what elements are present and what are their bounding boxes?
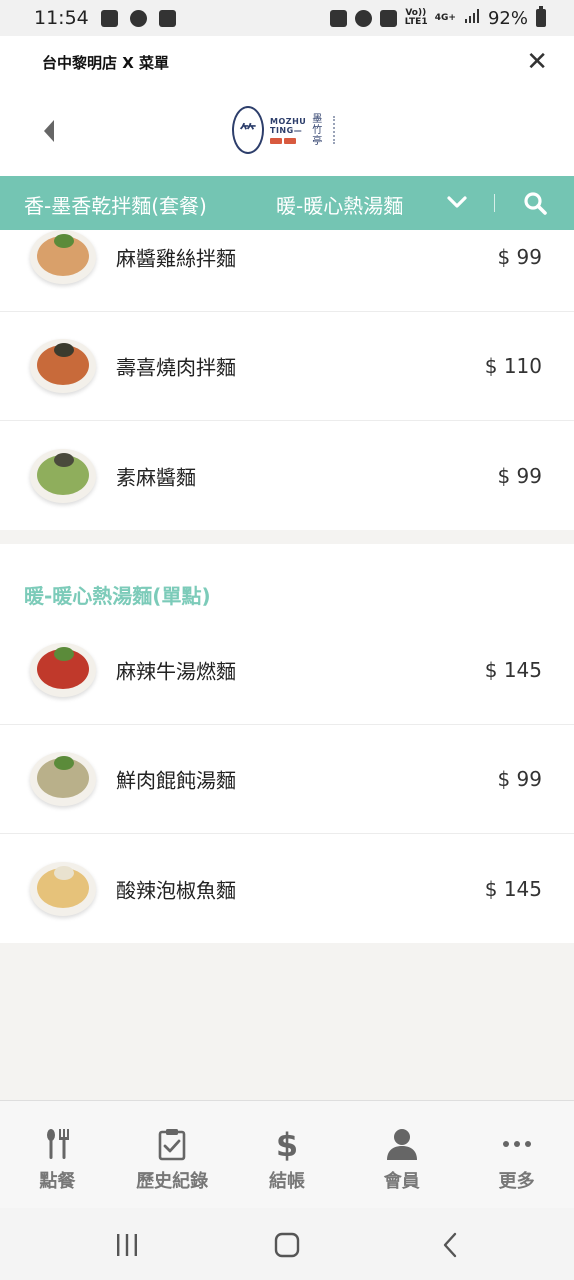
- nav-more-label: 更多: [498, 1171, 535, 1192]
- dish-name: 壽喜燒肉拌麵: [116, 355, 236, 380]
- mute-icon: [379, 9, 397, 27]
- brand-bar: ⺮ MOZHU TING— 墨竹亭: [0, 88, 574, 176]
- volte-indicator: Vo)) LTE1: [404, 8, 428, 27]
- system-nav-bar: [0, 1208, 574, 1280]
- battery-level: 92%: [487, 7, 528, 29]
- section-gap: [0, 530, 574, 544]
- dish-name: 麻醬雞絲拌麵: [116, 246, 236, 271]
- dish-thumbnail: [30, 230, 96, 284]
- menu-list: 麻醬雞絲拌麵 $ 99 壽喜燒肉拌麵 $ 110 素麻醬麵 $ 99 暖-暖心熱…: [0, 230, 574, 1100]
- menu-item[interactable]: 壽喜燒肉拌麵 $ 110: [0, 312, 574, 421]
- category-tab-bar: 香-墨香乾拌麵(套餐) 暖-暖心熱湯麵: [0, 176, 574, 230]
- dish-thumbnail: [30, 643, 96, 697]
- menu-item[interactable]: 麻醬雞絲拌麵 $ 99: [0, 230, 574, 312]
- dish-price: $ 110: [484, 354, 542, 378]
- dish-thumbnail: [30, 339, 96, 393]
- brand-chinese: 墨竹亭: [312, 113, 323, 147]
- clipboard-check-icon: [158, 1129, 186, 1161]
- system-back-icon[interactable]: [438, 1232, 464, 1258]
- nav-order[interactable]: 點餐: [0, 1101, 115, 1208]
- bottom-nav: 點餐 歷史紀錄 $ 結帳 會員 更多: [0, 1100, 574, 1208]
- battery-icon: [536, 6, 546, 27]
- dish-name: 素麻醬麵: [116, 465, 196, 489]
- menu-section-1: 麻醬雞絲拌麵 $ 99 壽喜燒肉拌麵 $ 110 素麻醬麵 $ 99: [0, 230, 574, 530]
- network-indicator: 4G+: [434, 12, 456, 23]
- line-app-icon: [129, 9, 147, 27]
- title-bar: 台中黎明店 X 菜單 ✕: [0, 36, 574, 88]
- close-icon[interactable]: ✕: [526, 49, 548, 75]
- dish-thumbnail: [30, 448, 96, 503]
- menu-section-2: 暖-暖心熱湯麵(單點) 麻辣牛湯燃麵 $ 145 鮮肉餛飩湯麵 $ 99 酸辣泡…: [0, 544, 574, 943]
- dish-thumbnail: [30, 752, 96, 806]
- dish-price: $ 99: [497, 463, 542, 488]
- status-time: 11:54: [34, 7, 89, 29]
- search-icon[interactable]: [522, 190, 548, 216]
- back-arrow-icon[interactable]: [38, 116, 60, 146]
- dish-name: 麻辣牛湯燃麵: [116, 659, 236, 684]
- nav-history[interactable]: 歷史紀錄: [115, 1101, 230, 1208]
- menu-item[interactable]: 鮮肉餛飩湯麵 $ 99: [0, 725, 574, 834]
- brand-logo: ⺮ MOZHU TING— 墨竹亭: [232, 106, 341, 154]
- home-icon[interactable]: [274, 1232, 300, 1258]
- logo-dots: [333, 116, 341, 144]
- chevron-down-icon[interactable]: [446, 194, 468, 210]
- svg-text:$: $: [276, 1127, 298, 1161]
- menu-item[interactable]: 麻辣牛湯燃麵 $ 145: [0, 616, 574, 725]
- nav-checkout-label: 結帳: [268, 1171, 305, 1192]
- dish-name: 酸辣泡椒魚麵: [116, 878, 236, 902]
- more-dots-icon: [502, 1141, 531, 1147]
- gallery-icon: [100, 9, 118, 27]
- nav-member[interactable]: 會員: [344, 1101, 459, 1208]
- logo-mark-icon: ⺮: [232, 106, 264, 154]
- dish-name: 鮮肉餛飩湯麵: [116, 768, 236, 793]
- dish-price: $ 145: [484, 876, 542, 901]
- signal-icon: [464, 8, 480, 29]
- user-icon: [386, 1129, 417, 1160]
- dish-price: $ 99: [497, 767, 542, 791]
- section-title: 暖-暖心熱湯麵(單點): [0, 544, 574, 616]
- tab-category-1[interactable]: 香-墨香乾拌麵(套餐): [24, 190, 207, 219]
- alarm-icon: [354, 9, 372, 27]
- brand-latin-1: MOZHU: [270, 116, 307, 126]
- nav-more[interactable]: 更多: [459, 1101, 574, 1208]
- recycle-icon: [329, 9, 347, 27]
- dish-price: $ 99: [497, 245, 542, 269]
- tab-divider: [494, 194, 495, 212]
- nav-history-label: 歷史紀錄: [136, 1171, 209, 1192]
- nav-checkout[interactable]: $ 結帳: [230, 1101, 345, 1208]
- status-bar: 11:54 Vo)) LTE1 4G+ 92%: [0, 0, 574, 36]
- dish-thumbnail: [30, 861, 96, 916]
- page-title: 台中黎明店 X 菜單: [42, 53, 170, 72]
- tab-category-2[interactable]: 暖-暖心熱湯麵: [276, 190, 403, 219]
- utensils-icon: [47, 1129, 70, 1159]
- menu-item[interactable]: 酸辣泡椒魚麵 $ 145: [0, 834, 574, 943]
- brand-latin-2: TING—: [270, 125, 303, 135]
- recent-apps-icon[interactable]: [114, 1232, 140, 1258]
- dish-price: $ 145: [484, 658, 542, 682]
- dollar-icon: $: [276, 1127, 298, 1161]
- menu-item[interactable]: 素麻醬麵 $ 99: [0, 421, 574, 530]
- nav-order-label: 點餐: [39, 1171, 76, 1192]
- nav-member-label: 會員: [383, 1171, 420, 1192]
- brand-badges: [270, 137, 306, 144]
- media-icon: [158, 9, 176, 27]
